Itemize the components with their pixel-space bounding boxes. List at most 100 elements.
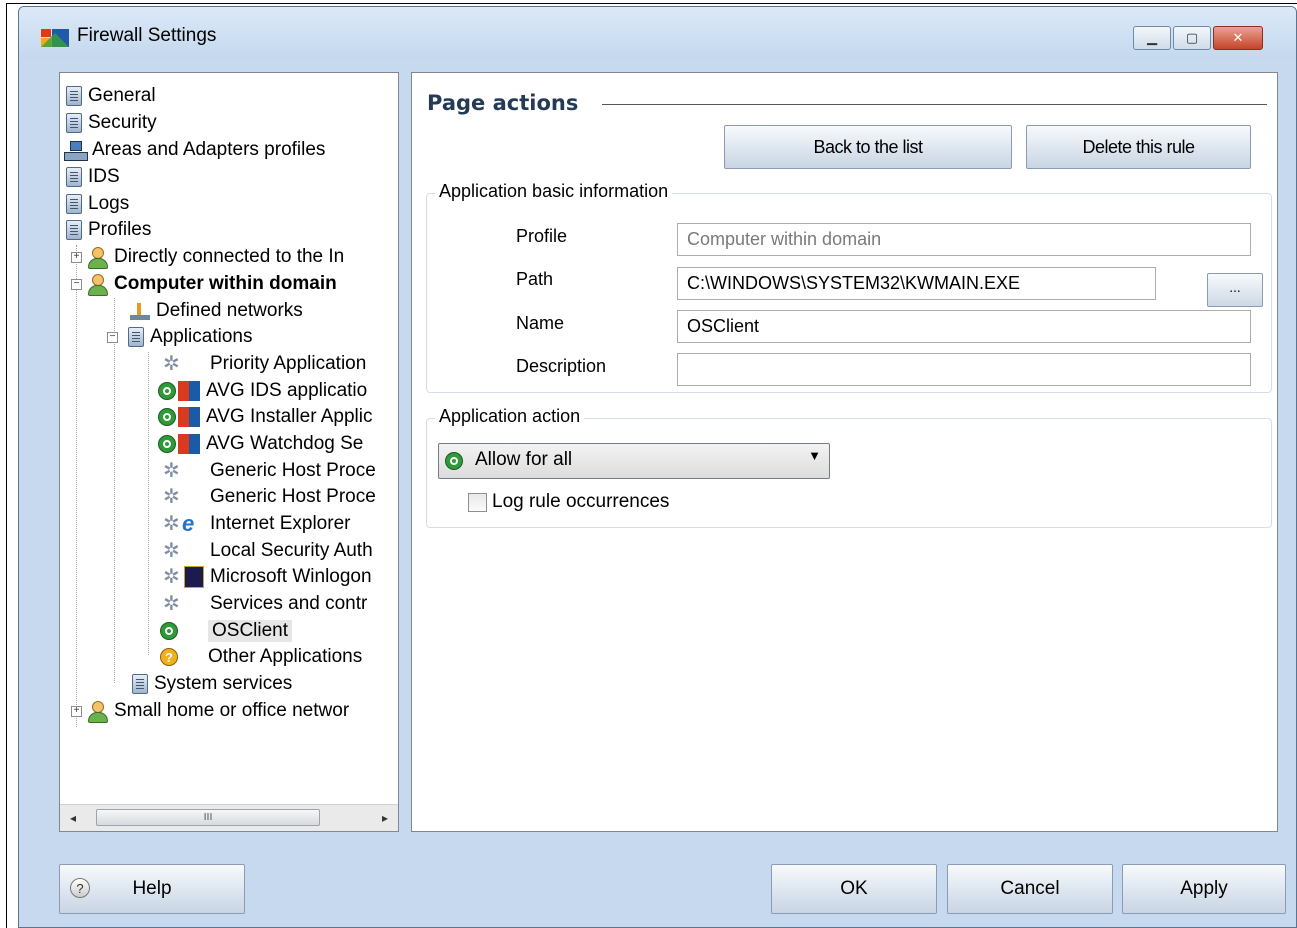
close-icon: ✕ — [1232, 31, 1244, 46]
user-icon — [86, 246, 108, 269]
expand-icon[interactable]: + — [71, 251, 82, 263]
user-icon — [86, 700, 108, 723]
tree-item-local-security[interactable]: Local Security Auth — [162, 538, 373, 564]
tree-item-label: IDS — [88, 166, 120, 187]
maximize-button[interactable]: ▢ — [1173, 26, 1211, 50]
tree-item-label: OSClient — [208, 620, 293, 642]
tree-item-avg-watchdog[interactable]: AVG Watchdog Se — [158, 431, 363, 457]
gear-icon — [162, 458, 182, 483]
description-field[interactable] — [677, 353, 1251, 386]
tree-horizontal-scrollbar[interactable]: ◂ III ▸ — [60, 804, 398, 831]
ok-button[interactable]: OK — [771, 864, 937, 914]
apply-button[interactable]: Apply — [1122, 864, 1286, 914]
profile-field: Computer within domain — [677, 223, 1251, 256]
scroll-left-icon[interactable]: ◂ — [64, 809, 82, 827]
allow-icon — [445, 452, 463, 470]
description-label: Description — [516, 356, 607, 376]
expand-icon[interactable]: + — [71, 705, 82, 717]
tree-item-label: Priority Application — [210, 353, 367, 374]
tree-item-applications[interactable]: − Applications — [107, 324, 252, 350]
maximize-icon: ▢ — [1185, 31, 1199, 46]
document-icon — [66, 167, 82, 187]
tree-item-label: Internet Explorer — [210, 513, 351, 534]
allow-icon — [160, 622, 178, 640]
rule-details-panel: Page actions Back to the list Delete thi… — [411, 72, 1278, 832]
tree-item-general[interactable]: General — [66, 83, 156, 109]
collapse-icon[interactable]: − — [71, 278, 82, 290]
tree-viewport: General Security Areas and Adapters prof… — [60, 73, 398, 803]
question-icon: ? — [160, 648, 178, 666]
delete-rule-button[interactable]: Delete this rule — [1026, 125, 1251, 169]
gear-icon — [162, 564, 182, 589]
allow-icon — [158, 382, 176, 400]
help-label: Help — [132, 878, 172, 899]
back-to-list-button[interactable]: Back to the list — [724, 125, 1012, 169]
document-icon — [132, 674, 148, 694]
tree-item-computer-within-domain[interactable]: − Computer within domain — [71, 271, 337, 297]
tree-item-other-applications[interactable]: ? Other Applications — [160, 644, 362, 670]
tree-item-label: Profiles — [88, 219, 152, 240]
tree-item-internet-explorer[interactable]: e Internet Explorer — [162, 511, 350, 537]
tree-item-system-services[interactable]: System services — [132, 671, 292, 697]
help-icon: ? — [70, 878, 90, 898]
tree-connector — [114, 298, 115, 683]
log-rule-label[interactable]: Log rule occurrences — [492, 491, 669, 513]
tree-item-security[interactable]: Security — [66, 110, 157, 136]
tree-item-label: Directly connected to the In — [114, 246, 345, 267]
tree-item-microsoft-winlogon[interactable]: Microsoft Winlogon — [162, 564, 372, 590]
application-action-select[interactable]: Allow for all ▼ — [438, 443, 830, 479]
path-field[interactable]: C:\WINDOWS\SYSTEM32\KWMAIN.EXE — [677, 267, 1156, 300]
log-rule-checkbox[interactable] — [468, 493, 487, 512]
name-field[interactable]: OSClient — [677, 310, 1251, 343]
tree-item-label: AVG IDS applicatio — [206, 380, 368, 401]
tree-item-ids[interactable]: IDS — [66, 164, 120, 190]
gear-icon — [162, 511, 182, 536]
tree-item-label: Small home or office networ — [114, 700, 350, 721]
cancel-button[interactable]: Cancel — [947, 864, 1113, 914]
dialog-button-bar: ? Help OK Cancel Apply — [19, 842, 1296, 927]
tree-item-label: Services and contr — [210, 593, 368, 614]
collapse-icon[interactable]: − — [107, 331, 118, 343]
minimize-icon: ▁ — [1147, 31, 1157, 46]
user-icon — [86, 273, 108, 296]
tree-item-label: AVG Installer Applic — [206, 406, 373, 427]
tree-item-avg-ids[interactable]: AVG IDS applicatio — [158, 378, 367, 404]
tree-item-avg-installer[interactable]: AVG Installer Applic — [158, 404, 373, 430]
browse-button[interactable]: ... — [1207, 273, 1263, 307]
scroll-right-icon[interactable]: ▸ — [376, 809, 394, 827]
minimize-button[interactable]: ▁ — [1133, 26, 1171, 50]
tree-item-label: Generic Host Proce — [210, 486, 376, 507]
help-button[interactable]: ? Help — [59, 864, 245, 914]
application-action-legend: Application action — [435, 406, 585, 427]
tree-item-generic-host-1[interactable]: Generic Host Proce — [162, 458, 376, 484]
tree-item-areas-profiles[interactable]: Areas and Adapters profiles — [64, 137, 325, 163]
document-icon — [66, 113, 82, 133]
defined-networks-icon — [130, 301, 150, 321]
tree-item-label: Computer within domain — [114, 273, 337, 294]
tree-item-label: Defined networks — [156, 300, 303, 321]
close-button[interactable]: ✕ — [1213, 26, 1263, 50]
settings-tree[interactable]: General Security Areas and Adapters prof… — [59, 72, 399, 832]
tree-item-label: Generic Host Proce — [210, 460, 376, 481]
tree-item-priority-application[interactable]: Priority Application — [162, 351, 366, 377]
tree-item-small-home-network[interactable]: + Small home or office networ — [71, 698, 349, 724]
tree-item-defined-networks[interactable]: Defined networks — [130, 298, 303, 324]
firewall-settings-window: Firewall Settings ▁ ▢ ✕ General Security… — [18, 6, 1297, 928]
tree-item-profiles[interactable]: Profiles — [66, 217, 151, 243]
tree-item-directly-connected[interactable]: + Directly connected to the In — [71, 244, 344, 270]
avg-icon — [178, 434, 200, 454]
page-title: Page actions — [427, 91, 579, 115]
tree-item-label: Areas and Adapters profiles — [92, 139, 326, 160]
title-bar: Firewall Settings ▁ ▢ ✕ — [19, 7, 1296, 59]
chevron-down-icon: ▼ — [808, 448, 821, 463]
tree-item-logs[interactable]: Logs — [66, 191, 129, 217]
tree-item-osclient[interactable]: OSClient — [160, 618, 293, 644]
internet-explorer-icon: e — [182, 511, 195, 536]
tree-item-services-and-controllers[interactable]: Services and contr — [162, 591, 367, 617]
tree-item-generic-host-2[interactable]: Generic Host Proce — [162, 484, 376, 510]
gear-icon — [162, 351, 182, 376]
scroll-thumb[interactable]: III — [96, 809, 320, 826]
selected-action: Allow for all — [475, 449, 573, 470]
tree-connector — [148, 352, 149, 655]
tree-item-label: Other Applications — [208, 646, 363, 667]
